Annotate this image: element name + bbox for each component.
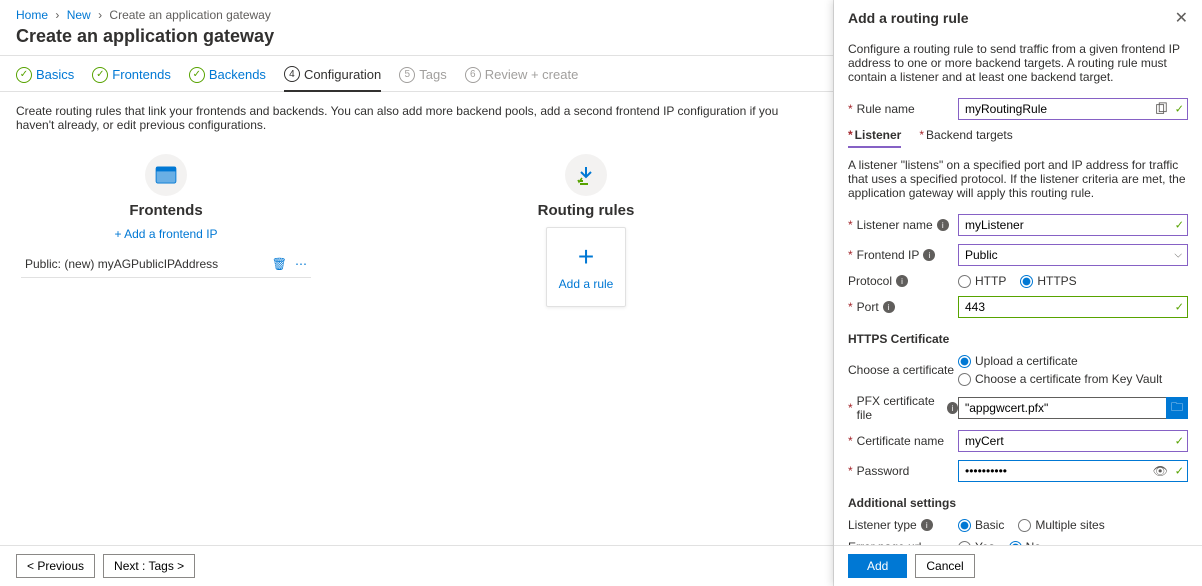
eye-icon[interactable]: 👁 [1153,464,1168,478]
pfx-file-label: PFX certificate file [857,394,944,422]
error-page-yes-radio[interactable]: Yes [958,540,995,545]
panel-description: Configure a routing rule to send traffic… [848,42,1188,84]
tab-basics[interactable]: ✓Basics [16,66,74,91]
info-icon[interactable]: i [921,519,933,531]
info-icon[interactable]: i [883,301,895,313]
main-content: Home › New › Create an application gatew… [0,0,834,586]
browse-file-button[interactable]: 🗀 [1166,397,1188,419]
previous-button[interactable]: < Previous [16,554,95,578]
tab-backend-targets[interactable]: *Backend targets [919,128,1012,148]
breadcrumb: Home › New › Create an application gatew… [0,0,833,26]
add-rule-label: Add a rule [559,277,614,291]
listener-name-input[interactable] [958,214,1188,236]
copy-icon[interactable] [1154,102,1168,116]
delete-icon[interactable]: 🗑 [272,257,287,271]
frontends-title: Frontends [129,202,202,219]
pfx-file-input[interactable] [958,397,1188,419]
protocol-label: Protocol [848,274,892,288]
add-rule-card[interactable]: + Add a rule [546,227,626,307]
close-icon[interactable]: ✕ [1175,8,1188,28]
check-icon: ✓ [1175,103,1184,116]
listener-type-basic-radio[interactable]: Basic [958,518,1004,532]
tab-frontends[interactable]: ✓Frontends [92,66,171,91]
listener-type-label: Listener type [848,518,917,532]
check-icon: ✓ [1175,465,1184,478]
frontend-item[interactable]: Public: (new) myAGPublicIPAddress 🗑 ⋯ [21,251,311,278]
frontend-ip-label: Frontend IP [857,248,920,262]
listener-description: A listener "listens" on a specified port… [848,158,1188,200]
page-description: Create routing rules that link your fron… [0,92,833,144]
protocol-http-radio[interactable]: HTTP [958,274,1006,288]
wizard-tabs: ✓Basics ✓Frontends ✓Backends 4Configurat… [0,56,833,92]
cert-name-input[interactable] [958,430,1188,452]
add-button[interactable]: Add [848,554,907,578]
keyvault-cert-radio[interactable]: Choose a certificate from Key Vault [958,372,1188,386]
info-icon[interactable]: i [923,249,935,261]
tab-review[interactable]: 6Review + create [465,66,579,91]
cert-name-label: Certificate name [857,434,944,448]
listener-type-multi-radio[interactable]: Multiple sites [1018,518,1104,532]
frontends-icon [145,154,187,196]
breadcrumb-home[interactable]: Home [16,8,48,22]
check-icon: ✓ [1175,219,1184,232]
rule-name-label: Rule name [857,102,915,116]
more-icon[interactable]: ⋯ [295,257,307,271]
panel-footer: Add Cancel [834,545,1202,586]
info-icon[interactable]: i [947,402,958,414]
port-label: Port [857,300,879,314]
routing-rules-title: Routing rules [538,202,635,219]
password-label: Password [857,464,910,478]
frontend-item-label: Public: (new) myAGPublicIPAddress [25,257,218,271]
add-frontend-ip-link[interactable]: + Add a frontend IP [114,227,217,241]
breadcrumb-current: Create an application gateway [109,8,270,22]
cancel-button[interactable]: Cancel [915,554,974,578]
breadcrumb-new[interactable]: New [67,8,91,22]
choose-cert-label: Choose a certificate [848,363,954,377]
protocol-https-radio[interactable]: HTTPS [1020,274,1076,288]
check-icon: ✓ [1175,435,1184,448]
tab-listener[interactable]: *Listener [848,128,901,148]
routing-rules-icon [565,154,607,196]
next-button[interactable]: Next : Tags > [103,554,195,578]
plus-icon: + [578,243,594,271]
wizard-footer: < Previous Next : Tags > [0,545,833,586]
frontend-ip-select[interactable]: Public [958,244,1188,266]
error-page-no-radio[interactable]: No [1009,540,1041,545]
check-icon: ✓ [1175,301,1184,314]
frontends-column: Frontends + Add a frontend IP Public: (n… [16,154,316,307]
port-input[interactable] [958,296,1188,318]
upload-cert-radio[interactable]: Upload a certificate [958,354,1188,368]
additional-settings-heading: Additional settings [848,496,1188,510]
tab-tags[interactable]: 5Tags [399,66,446,91]
https-cert-heading: HTTPS Certificate [848,332,1188,346]
routing-rules-column: Routing rules + Add a rule [436,154,736,307]
tab-configuration[interactable]: 4Configuration [284,66,381,92]
routing-rule-panel: Add a routing rule ✕ Configure a routing… [834,0,1202,586]
info-icon[interactable]: i [896,275,908,287]
panel-title: Add a routing rule [848,10,969,26]
listener-name-label: Listener name [857,218,933,232]
info-icon[interactable]: i [937,219,949,231]
tab-backends[interactable]: ✓Backends [189,66,266,91]
page-title: Create an application gateway [0,26,833,55]
